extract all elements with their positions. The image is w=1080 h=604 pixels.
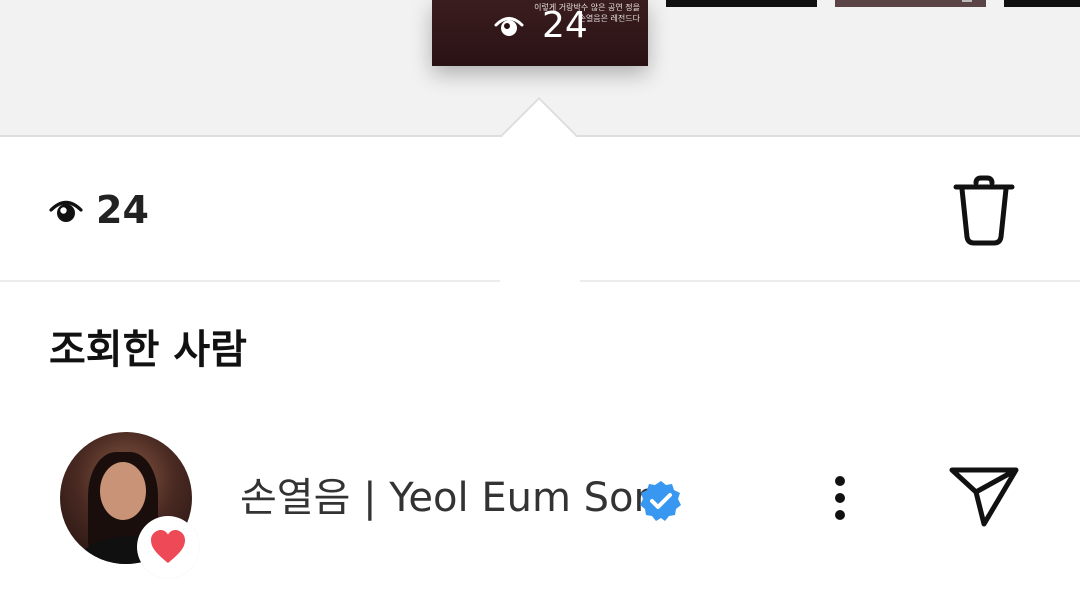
trash-icon[interactable] (950, 175, 1018, 247)
section-title: 조회한 사람 (49, 327, 247, 373)
eye-icon (49, 200, 83, 222)
thumbnail-detail (962, 0, 972, 2)
story-thumbnail[interactable] (666, 0, 817, 7)
eye-icon (494, 17, 524, 36)
verified-badge-icon (640, 481, 681, 521)
story-thumbnail[interactable] (835, 0, 986, 7)
story-thumbnail[interactable] (1004, 0, 1080, 7)
avatar-face (100, 462, 146, 520)
dot (835, 510, 845, 520)
dot (835, 493, 845, 503)
dot (835, 476, 845, 486)
viewer-list-item[interactable]: 손열음 | Yeol Eum Son (0, 420, 1080, 580)
send-message-icon[interactable] (948, 464, 1020, 528)
view-count: 24 (96, 188, 149, 232)
caret-mask (500, 274, 580, 294)
viewer-username[interactable]: 손열음 | Yeol Eum Son (240, 472, 659, 524)
more-options-icon[interactable] (822, 470, 858, 526)
views-summary-row: 24 (0, 137, 1080, 294)
active-story-thumbnail[interactable]: 이렇게 거랑박수 않은 공연 정을 손열음은 레전드다 24 (432, 0, 648, 66)
heart-icon (151, 530, 185, 563)
story-thumbnail-view-count: 24 (542, 5, 588, 46)
heart-reaction-badge (137, 516, 199, 578)
